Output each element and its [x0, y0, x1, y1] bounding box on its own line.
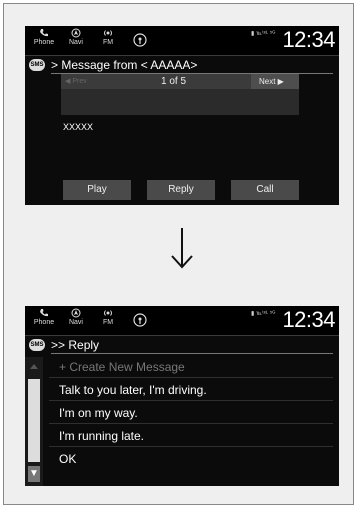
navi-icon [71, 308, 81, 318]
message-body: XXXXX [63, 122, 94, 132]
audio-source-button[interactable] [129, 313, 151, 328]
reply-screen: Phone Navi FM ▮ ℡ᵗᵉᴸ ⁵ᴳ 12:34 SMS >> Rep… [25, 306, 339, 486]
fm-label: FM [102, 319, 114, 326]
phone-label: Phone [33, 319, 55, 326]
signal-indicators: ▮ ℡ᵗᵉᴸ ⁵ᴳ [251, 31, 276, 37]
status-bar: Phone Navi FM ▮ ℡ᵗᵉᴸ ⁵ᴳ 12:34 [25, 26, 339, 56]
navi-app-button[interactable]: Navi [65, 308, 87, 327]
audio-source-icon [133, 313, 147, 327]
audio-source-button[interactable] [129, 33, 151, 48]
navi-app-button[interactable]: Navi [65, 28, 87, 47]
list-item[interactable]: Talk to you later, I'm driving. [49, 380, 333, 401]
title-bar: SMS >> Reply [25, 336, 339, 354]
reply-button[interactable]: Reply [147, 180, 215, 200]
scroll-thumb[interactable] [28, 379, 40, 462]
phone-app-button[interactable]: Phone [33, 308, 55, 327]
message-pager: ◀ Prev 1 of 5 Next ▶ [61, 74, 299, 89]
phone-icon [40, 309, 48, 317]
phone-icon [40, 29, 48, 37]
title-bar: SMS > Message from < AAAAA> [25, 56, 339, 74]
radio-icon [104, 310, 112, 316]
page-indicator: 1 of 5 [161, 76, 187, 87]
page-title: >> Reply [51, 338, 100, 352]
sms-icon: SMS [29, 339, 45, 351]
page-title: > Message from < AAAAA> [51, 58, 198, 72]
phone-label: Phone [33, 39, 55, 46]
play-button[interactable]: Play [63, 180, 131, 200]
sms-icon: SMS [29, 59, 45, 71]
list-item[interactable]: I'm running late. [49, 426, 333, 447]
title-divider [51, 353, 333, 354]
prev-button[interactable]: ◀ Prev [65, 76, 111, 87]
radio-icon [104, 30, 112, 36]
message-screen: Phone Navi FM ▮ ℡ᵗᵉᴸ ⁵ᴳ 12:34 SMS > Mess… [25, 26, 339, 205]
call-button[interactable]: Call [231, 180, 299, 200]
next-button[interactable]: Next ▶ [251, 74, 299, 89]
signal-indicators: ▮ ℡ᵗᵉᴸ ⁵ᴳ [251, 311, 276, 317]
fm-label: FM [102, 39, 114, 46]
phone-app-button[interactable]: Phone [33, 28, 55, 47]
scrollbar[interactable]: ▼ [25, 357, 43, 486]
navi-label: Navi [68, 319, 83, 326]
fm-app-button[interactable]: FM [97, 28, 119, 47]
clock: 12:34 [282, 307, 335, 332]
audio-source-icon [133, 33, 147, 47]
fm-app-button[interactable]: FM [97, 308, 119, 327]
down-arrow-icon [171, 228, 193, 269]
list-item[interactable]: OK [49, 449, 333, 470]
clock: 12:34 [282, 27, 335, 52]
navi-icon [71, 28, 81, 38]
message-header-area [61, 89, 299, 115]
scroll-up-icon[interactable] [29, 361, 39, 371]
navi-label: Navi [68, 39, 83, 46]
list-item[interactable]: I'm on my way. [49, 403, 333, 424]
list-item-create-new[interactable]: + Create New Message [49, 357, 333, 378]
status-bar: Phone Navi FM ▮ ℡ᵗᵉᴸ ⁵ᴳ 12:34 [25, 306, 339, 336]
scroll-down-icon[interactable]: ▼ [28, 466, 40, 482]
